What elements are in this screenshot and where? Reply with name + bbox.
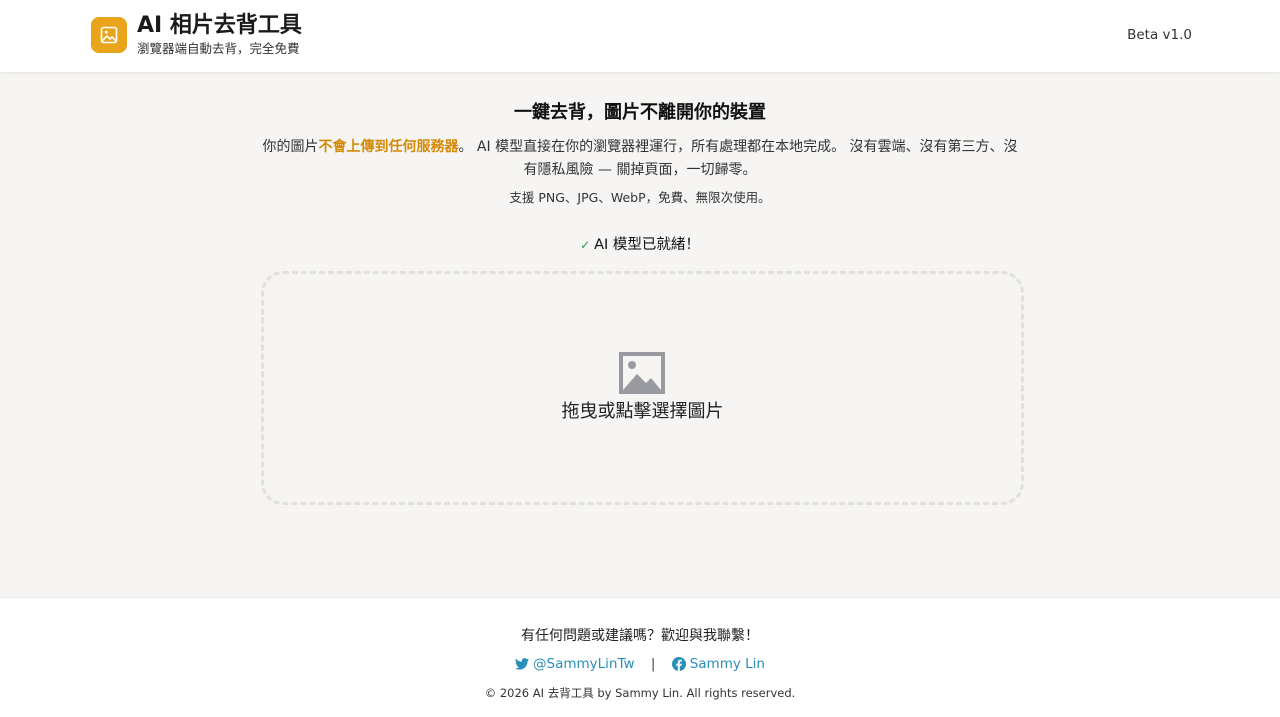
- copyright-text: © 2026 AI 去背工具 by Sammy Lin. All rights …: [484, 686, 796, 700]
- supported-formats: 支援 PNG、JPG、WebP，免費、無限次使用。: [509, 190, 771, 205]
- twitter-handle: @SammyLinTw: [533, 656, 635, 672]
- social-links: @SammyLinTw | Sammy Lin: [0, 654, 1280, 674]
- check-icon: ✓: [580, 238, 591, 252]
- image-icon: [100, 26, 118, 44]
- twitter-icon: [515, 658, 530, 670]
- privacy-description: 你的圖片不會上傳到任何服務器。 AI 模型直接在你的瀏覽器裡運行，所有處理都在本…: [256, 136, 1024, 182]
- facebook-icon: [671, 657, 686, 671]
- desc-highlight: 不會上傳到任何服務器: [318, 139, 459, 155]
- version-badge: Beta v1.0: [1127, 27, 1192, 43]
- twitter-link[interactable]: @SammyLinTw: [515, 654, 635, 674]
- page-headline: 一鍵去背，圖片不離開你的裝置: [514, 102, 766, 123]
- model-status-text: AI 模型已就緒！: [594, 237, 700, 253]
- facebook-name: Sammy Lin: [689, 656, 765, 672]
- desc-text-end: 。 AI 模型直接在你的瀏覽器裡運行，所有處理都在本地完成。 沒有雲端、沒有第三…: [458, 139, 1018, 178]
- app-subtitle: 瀏覽器端自動去背，完全免費: [137, 41, 300, 56]
- desc-text-start: 你的圖片: [262, 139, 319, 155]
- page-footer: 有任何問題或建議嗎？歡迎與我聯繫！ @SammyLinTw | Sammy Li…: [0, 597, 1280, 717]
- app-header: AI 相片去背工具 瀏覽器端自動去背，完全免費 Beta v1.0: [0, 0, 1280, 72]
- app-title: AI 相片去背工具: [137, 13, 302, 38]
- image-dropzone[interactable]: 拖曳或點擊選擇圖片: [261, 271, 1024, 505]
- facebook-link[interactable]: Sammy Lin: [671, 654, 765, 674]
- dropzone-label: 拖曳或點擊選擇圖片: [561, 401, 724, 422]
- model-status: ✓ AI 模型已就緒！: [0, 235, 1280, 255]
- logo: [91, 17, 127, 53]
- image-placeholder-icon: [619, 352, 665, 394]
- contact-prompt: 有任何問題或建議嗎？歡迎與我聯繫！: [521, 628, 759, 644]
- link-separator: |: [650, 656, 656, 672]
